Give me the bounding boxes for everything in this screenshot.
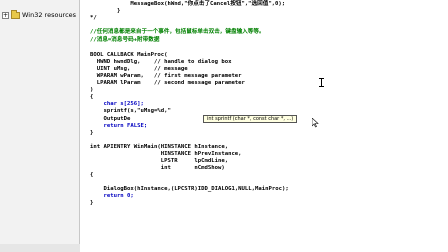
code-line: sprintf(s,"uMsg=%d,"	[90, 108, 171, 114]
code-line: int APIENTRY WinMain(HINSTANCE hInstance…	[90, 144, 229, 150]
code-line: DialogBox(hInstance,(LPCSTR)IDD_DIALOG1,…	[90, 186, 289, 192]
code-line: char s[256];	[90, 101, 144, 107]
code-line: )	[90, 87, 94, 93]
code-line: LPARAM lParam // second message paramete…	[90, 80, 245, 86]
folder-icon	[11, 9, 20, 19]
code-line: {	[90, 172, 94, 178]
code-line: OutputDe	[90, 116, 131, 122]
code-editor[interactable]: MessageBox(hWnd,"你点击了Cancel按钮","选回值",0);…	[80, 0, 448, 252]
code-line: return 0;	[90, 193, 134, 199]
code-line: }	[90, 130, 94, 136]
code-line: WPARAM wParam, // first message paramete…	[90, 73, 242, 79]
parameter-info-tooltip: int sprintf (char *, const char *, ...)	[203, 115, 298, 123]
ibeam-cursor-icon	[319, 78, 324, 87]
code-line: {	[90, 94, 94, 100]
comment-line: //消息=消息号码+附带数据	[90, 37, 160, 43]
code-line: BOOL CALLBACK MainProc(	[90, 52, 168, 58]
tree-item-label: Win32 resources	[22, 11, 77, 19]
expand-icon[interactable]: +	[2, 11, 9, 19]
code-line: HINSTANCE hPrevInstance,	[90, 151, 242, 157]
code-line: int nCmdShow)	[90, 165, 225, 171]
code-line: HWND hwndDlg, // handle to dialog box	[90, 59, 232, 65]
code-line: UINT uMsg, // message	[90, 66, 188, 72]
code-line: }	[90, 8, 121, 14]
code-line: MessageBox(hWnd,"你点击了Cancel按钮","选回值",0);	[90, 1, 286, 7]
code-line: }	[90, 200, 94, 206]
code-line: LPSTR lpCmdLine,	[90, 158, 229, 164]
code-line: */	[90, 15, 97, 21]
panel-bottom-bar	[0, 244, 80, 252]
code-line: return FALSE;	[90, 123, 148, 129]
resource-tree-panel: + Win32 resources	[0, 0, 80, 252]
comment-line: //任何消息都是来自于一个事件，包括鼠标单击双击，键盘输入等等。	[90, 29, 265, 35]
tree-item-win32-resources[interactable]: + Win32 resources	[2, 9, 77, 20]
mouse-pointer-icon	[312, 118, 319, 128]
